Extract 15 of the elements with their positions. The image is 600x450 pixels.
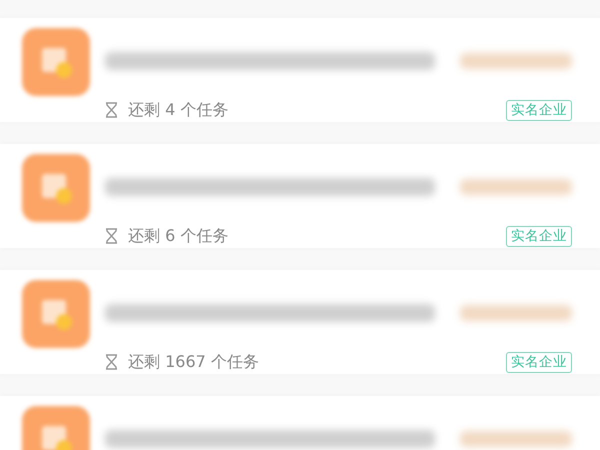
verified-company-tag: 实名企业 [506, 226, 572, 246]
verified-company-tag: 实名企业 [506, 352, 572, 372]
remaining-tasks-text: 还剩 1667 个任务 [128, 351, 259, 373]
task-card[interactable]: 还剩 1667 个任务 实名企业 [0, 270, 600, 374]
verified-company-tag: 实名企业 [506, 100, 572, 120]
hourglass-icon [105, 354, 118, 370]
app-icon [22, 280, 90, 348]
app-icon [22, 28, 90, 96]
task-card[interactable]: 还剩 6 个任务 实名企业 [0, 144, 600, 248]
remaining-tasks-text: 还剩 6 个任务 [128, 225, 228, 247]
hourglass-icon [105, 102, 118, 118]
hourglass-icon [105, 228, 118, 244]
task-card[interactable]: 还剩 4 个任务 实名企业 [0, 18, 600, 122]
remaining-tasks-text: 还剩 4 个任务 [128, 99, 228, 121]
app-icon [22, 154, 90, 222]
